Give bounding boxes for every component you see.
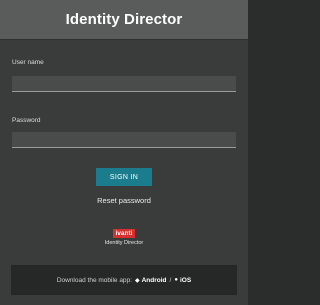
reset-password-link[interactable]: Reset password [0, 196, 248, 205]
password-input[interactable] [12, 132, 236, 148]
android-link[interactable]: Android [142, 277, 167, 284]
footer-separator: / [169, 276, 172, 284]
password-label: Password [12, 117, 41, 124]
mobile-app-footer: Download the mobile app: ◆ Android / ● i… [11, 265, 237, 295]
sign-in-button[interactable]: SIGN IN [96, 168, 152, 186]
product-name: Identity Director [104, 240, 144, 246]
username-label: User name [12, 59, 44, 66]
apple-icon: ● [174, 277, 178, 283]
page-title: Identity Director [65, 11, 183, 28]
username-input[interactable] [12, 76, 236, 92]
footer-prefix: Download the mobile app: [56, 276, 132, 284]
ivanti-logo: ivanti [113, 229, 135, 238]
android-icon: ◆ [134, 277, 140, 284]
ios-link[interactable]: iOS [180, 277, 191, 284]
app-header: Identity Director [0, 0, 248, 40]
login-card: Identity Director User name Password SIG… [0, 0, 248, 305]
